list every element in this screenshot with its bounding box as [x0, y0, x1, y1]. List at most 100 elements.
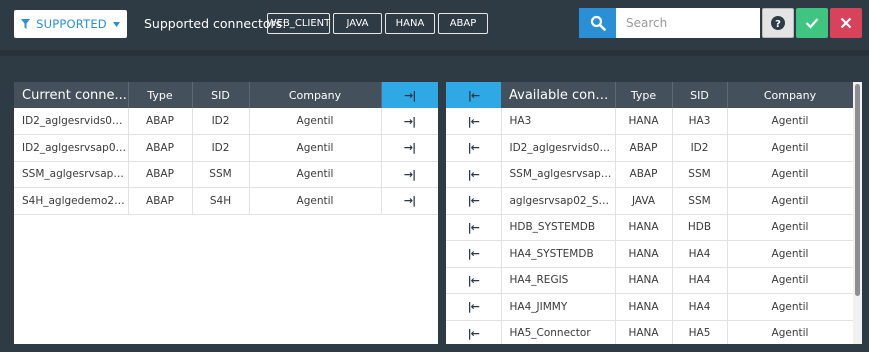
toolbar-divider	[0, 50, 869, 56]
move-left-icon: |←	[467, 141, 480, 155]
search-input[interactable]	[616, 8, 760, 38]
svg-text:?: ?	[775, 19, 781, 30]
connector-company: Agentil	[727, 214, 853, 241]
remove-all-button[interactable]: →|	[381, 82, 438, 108]
connector-company: Agentil	[727, 293, 853, 321]
available-company-header[interactable]: Company	[727, 82, 853, 108]
current-name-header[interactable]: Current conne...	[14, 82, 129, 108]
connector-company: Agentil	[727, 320, 853, 344]
search-icon	[590, 15, 606, 31]
table-row[interactable]: |← HA5_Connector HANA HA5 Agentil	[446, 320, 853, 344]
search-button[interactable]	[579, 8, 616, 38]
close-icon	[840, 17, 852, 29]
move-left-icon: |←	[467, 247, 480, 261]
add-connector-button[interactable]: |←	[446, 161, 502, 188]
confirm-button[interactable]	[796, 8, 828, 38]
connector-sid: HDB	[672, 214, 728, 241]
table-row[interactable]: |← HA3 HANA HA3 Agentil	[446, 108, 853, 135]
remove-connector-button[interactable]: →|	[381, 134, 438, 162]
table-row[interactable]: |← ID2_aglgesrvids02 ... ABAP ID2 Agentil	[446, 134, 853, 162]
connector-type: HANA	[615, 214, 673, 241]
current-sid-header[interactable]: SID	[192, 82, 250, 108]
connector-sid: HA5	[672, 320, 728, 344]
add-all-button[interactable]: |←	[446, 82, 501, 108]
chevron-down-icon	[112, 21, 120, 27]
connector-type: HANA	[615, 293, 673, 321]
add-connector-button[interactable]: |←	[446, 320, 502, 344]
connector-name: S4H_aglgedemo21...	[14, 187, 129, 215]
cancel-button[interactable]	[830, 8, 862, 38]
table-row[interactable]: |← aglgesrvsap02_SS... JAVA SSM Agentil	[446, 187, 853, 215]
available-connectors-panel: |← Available conn... Type SID Company |←…	[446, 82, 853, 344]
connector-type: HANA	[615, 320, 673, 344]
add-connector-button[interactable]: |←	[446, 293, 502, 321]
chip-abap[interactable]: ABAP	[438, 13, 488, 34]
move-right-icon: →|	[403, 141, 416, 155]
current-company-header[interactable]: Company	[249, 82, 382, 108]
supported-connectors-label: Supported connectors:	[144, 16, 287, 31]
connector-name: SSM_aglgesrvsap0...	[501, 161, 616, 188]
connector-company: Agentil	[727, 108, 853, 135]
connector-company: Agentil	[727, 267, 853, 294]
connector-sid: HA3	[672, 108, 728, 135]
available-header-row: |← Available conn... Type SID Company	[446, 82, 853, 108]
current-connectors-table: Current conne... Type SID Company →| ID2…	[14, 82, 438, 215]
connector-sid: ID2	[192, 134, 250, 162]
move-left-icon: |←	[467, 220, 480, 234]
move-right-icon: →|	[403, 194, 416, 208]
available-sid-header[interactable]: SID	[672, 82, 728, 108]
filter-icon	[21, 19, 31, 29]
add-connector-button[interactable]: |←	[446, 187, 502, 215]
help-button[interactable]: ?	[762, 8, 794, 38]
table-row[interactable]: |← HA4_REGIS HANA HA4 Agentil	[446, 267, 853, 294]
table-row[interactable]: |← HA4_SYSTEMDB HANA HA4 Agentil	[446, 240, 853, 268]
add-connector-button[interactable]: |←	[446, 240, 502, 268]
table-row[interactable]: |← SSM_aglgesrvsap0... ABAP SSM Agentil	[446, 161, 853, 188]
connector-sid: SSM	[672, 161, 728, 188]
table-row[interactable]: SSM_aglgesrvsap0... ABAP SSM Agentil →|	[14, 161, 438, 188]
connector-company: Agentil	[249, 161, 382, 188]
remove-connector-button[interactable]: →|	[381, 161, 438, 188]
connector-company: Agentil	[727, 134, 853, 162]
add-connector-button[interactable]: |←	[446, 214, 502, 241]
available-name-header[interactable]: Available conn...	[501, 82, 616, 108]
connector-type: ABAP	[615, 161, 673, 188]
chip-java[interactable]: JAVA	[333, 13, 382, 34]
table-row[interactable]: ID2_aglgesrvids02 ... ABAP ID2 Agentil →|	[14, 108, 438, 135]
current-type-header[interactable]: Type	[128, 82, 193, 108]
chip-web-client[interactable]: WEB_CLIENT	[267, 13, 330, 34]
connector-sid: SSM	[192, 161, 250, 188]
move-left-icon: |←	[467, 194, 480, 208]
table-row[interactable]: ID2_aglgesrvsap03... ABAP ID2 Agentil →|	[14, 134, 438, 162]
connector-name: HA4_JIMMY	[501, 293, 616, 321]
filter-dropdown[interactable]: SUPPORTED	[14, 10, 127, 38]
scroll-thumb[interactable]	[855, 84, 860, 296]
available-type-header[interactable]: Type	[615, 82, 673, 108]
chip-hana[interactable]: HANA	[385, 13, 435, 34]
add-connector-button[interactable]: |←	[446, 108, 502, 135]
connector-company: Agentil	[249, 108, 382, 135]
remove-connector-button[interactable]: →|	[381, 187, 438, 215]
connector-sid: S4H	[192, 187, 250, 215]
connector-type: ABAP	[128, 187, 193, 215]
connector-sid: ID2	[672, 134, 728, 162]
move-right-icon: →|	[403, 167, 416, 181]
connector-type: ABAP	[128, 161, 193, 188]
table-row[interactable]: S4H_aglgedemo21... ABAP S4H Agentil →|	[14, 187, 438, 215]
table-row[interactable]: |← HDB_SYSTEMDB HANA HDB Agentil	[446, 214, 853, 241]
move-right-icon: →|	[404, 88, 416, 102]
check-icon	[805, 18, 819, 29]
move-right-icon: →|	[403, 114, 416, 128]
connector-name: HA4_REGIS	[501, 267, 616, 294]
remove-connector-button[interactable]: →|	[381, 108, 438, 135]
connector-type: ABAP	[128, 134, 193, 162]
connector-type: HANA	[615, 267, 673, 294]
add-connector-button[interactable]: |←	[446, 134, 502, 162]
connector-company: Agentil	[727, 187, 853, 215]
add-connector-button[interactable]: |←	[446, 267, 502, 294]
move-left-icon: |←	[467, 167, 480, 181]
available-scrollbar[interactable]	[853, 82, 862, 344]
connector-name: ID2_aglgesrvids02 ...	[14, 108, 129, 135]
table-row[interactable]: |← HA4_JIMMY HANA HA4 Agentil	[446, 293, 853, 321]
available-connectors-table: |← Available conn... Type SID Company |←…	[446, 82, 853, 344]
